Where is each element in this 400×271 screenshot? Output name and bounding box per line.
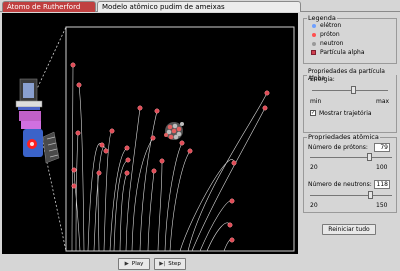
protons-max-label: 100 [376, 164, 388, 171]
energy-max-label: max [376, 98, 390, 105]
protons-input[interactable]: 79 [374, 143, 390, 152]
neutrons-slider-thumb[interactable] [367, 191, 373, 199]
energy-slider-thumb[interactable] [351, 86, 357, 94]
protons-slider-thumb[interactable] [366, 153, 372, 161]
reset-all-button[interactable]: Reiniciar tudo [322, 224, 376, 235]
legend-item-neutron: neutron [312, 40, 343, 47]
zoom-box [65, 26, 295, 252]
neutrons-label: Número de neutrons: [308, 181, 372, 188]
energy-label: Energia: [310, 76, 335, 83]
energy-min-label: min [310, 98, 322, 105]
zoom-guide-top [35, 26, 67, 92]
protons-slider[interactable] [310, 153, 392, 162]
protons-min-label: 20 [310, 164, 318, 171]
neutron-icon [312, 42, 316, 46]
electron-icon [312, 24, 316, 28]
step-icon: ▶| [159, 261, 166, 267]
simulation-canvas [2, 13, 298, 254]
protons-label: Número de prótons: [308, 144, 368, 151]
legend-item-alpha: Partícula alpha [311, 49, 365, 56]
atom-properties-title: Propriedades atômica [308, 133, 379, 141]
neutrons-max-label: 150 [376, 202, 388, 209]
alpha-particles [70, 62, 270, 243]
gold-nucleus [164, 122, 184, 140]
control-panel: Legenda elétron próton neutron Partícula… [300, 13, 400, 271]
legend-item-electron: elétron [312, 22, 341, 29]
proton-icon [312, 33, 316, 37]
particle-trajectories [71, 64, 268, 252]
neutrons-input[interactable]: 118 [374, 180, 390, 189]
play-label: Play [131, 261, 144, 267]
step-label: Step [168, 261, 181, 267]
legend-group: Legenda [303, 14, 397, 64]
step-button[interactable]: ▶| Step [154, 258, 186, 270]
playback-bar: ▶ Play ▶| Step [0, 254, 300, 271]
legend-item-proton: próton [312, 31, 340, 38]
show-trace-label: Mostrar trajetória [319, 110, 372, 117]
simulation-scene [15, 26, 295, 252]
alpha-particle-gun[interactable] [15, 78, 60, 164]
tab-plum-pudding-model[interactable]: Modelo atômico pudim de ameixas [97, 1, 301, 12]
energy-slider[interactable] [312, 86, 388, 95]
alpha-particle-icon [311, 50, 316, 55]
tab-bar: Átomo de Rutherford Modelo atômico pudim… [0, 0, 400, 12]
play-icon: ▶ [124, 261, 129, 267]
neutrons-min-label: 20 [310, 202, 318, 209]
neutrons-slider[interactable] [310, 191, 392, 200]
tab-rutherford-atom[interactable]: Átomo de Rutherford [2, 1, 96, 12]
legend-title: Legenda [308, 14, 336, 22]
play-button[interactable]: ▶ Play [118, 258, 150, 270]
show-trace-checkbox[interactable]: ✓ [310, 110, 316, 116]
